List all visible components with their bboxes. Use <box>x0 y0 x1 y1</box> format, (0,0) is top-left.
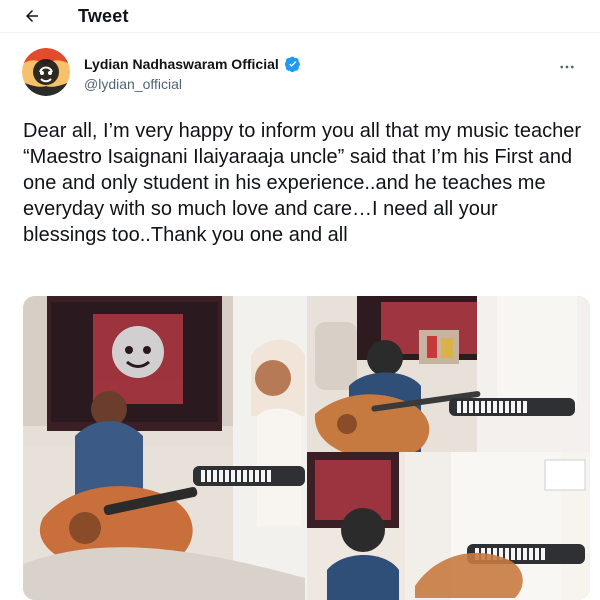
avatar[interactable] <box>22 48 70 96</box>
back-button[interactable] <box>20 4 44 28</box>
tweet-text: Dear all, I’m very happy to inform you a… <box>23 120 587 246</box>
more-button[interactable] <box>556 56 578 78</box>
verified-badge-icon <box>284 56 300 72</box>
author-row: Lydian Nadhaswaram Official @lydian_offi… <box>22 48 578 104</box>
tweet-media-grid <box>23 296 590 600</box>
author-handle[interactable]: @lydian_official <box>84 76 301 92</box>
tweet-page: Tweet Lydian Nadhaswaram Official @lydia… <box>0 0 600 600</box>
avatar-image <box>22 48 70 96</box>
author-names: Lydian Nadhaswaram Official @lydian_offi… <box>84 56 301 92</box>
top-bar: Tweet <box>0 0 600 33</box>
photo-3 <box>307 452 590 600</box>
more-horizontal-icon <box>560 65 574 69</box>
author-name-line: Lydian Nadhaswaram Official <box>84 56 301 72</box>
back-arrow-icon <box>26 10 38 22</box>
author-name[interactable]: Lydian Nadhaswaram Official <box>84 56 279 72</box>
photo-2 <box>307 296 590 452</box>
media-photo-2[interactable] <box>307 296 590 452</box>
media-photo-3[interactable] <box>307 452 590 600</box>
media-photo-1[interactable] <box>23 296 305 600</box>
page-title: Tweet <box>78 5 129 26</box>
photo-1 <box>23 296 305 600</box>
